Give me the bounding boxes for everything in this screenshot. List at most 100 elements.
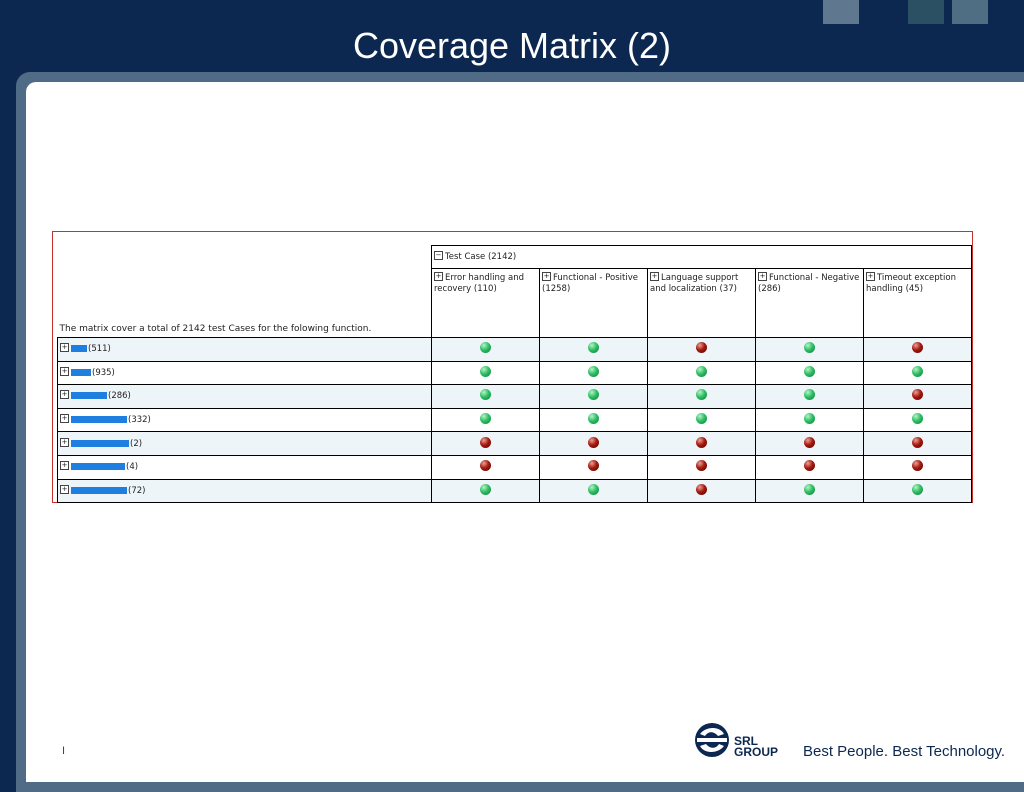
row-label-cell[interactable]: + (286) [57,384,432,409]
redacted-function-name [71,368,91,376]
expand-icon[interactable]: + [434,272,443,281]
status-red-icon [912,342,924,354]
status-cell[interactable] [862,478,973,504]
row-label-cell[interactable]: + (511) [57,337,432,362]
status-cell[interactable] [755,337,864,362]
collapse-icon[interactable]: − [434,251,443,260]
status-green-icon [480,342,491,354]
row-count: (332) [128,415,151,426]
status-cell[interactable] [431,337,540,362]
column-header[interactable]: + Functional - Negative (286) [755,268,864,338]
column-header[interactable]: + Error handling and recovery (110) [431,268,540,338]
status-cell[interactable] [862,407,973,433]
column-header-label: Language support and localization (37) [650,273,739,294]
status-cell[interactable] [539,360,648,386]
status-green-icon [912,483,924,495]
status-green-icon [696,389,707,401]
row-label-cell[interactable]: + (4) [57,454,432,480]
column-header-label: Functional - Positive (1258) [542,273,638,294]
expand-icon[interactable]: + [542,272,551,281]
table-row[interactable]: + (286) [57,384,973,409]
row-label-cell[interactable]: + (72) [57,478,432,504]
column-header[interactable]: + Timeout exception handling (45) [862,268,973,338]
status-cell[interactable] [539,407,648,433]
table-row[interactable]: + (2) [57,431,973,456]
status-green-icon [912,365,924,377]
status-cell[interactable] [431,360,540,386]
table-row[interactable]: + (72) [57,478,973,504]
status-cell[interactable] [755,407,864,433]
status-green-icon [804,389,815,401]
status-red-icon [804,460,815,472]
expand-icon[interactable]: + [60,390,69,400]
status-cell[interactable] [755,454,864,480]
column-header[interactable]: + Functional - Positive (1258) [539,268,648,338]
table-row[interactable]: + (332) [57,407,973,433]
header-decoration-block [952,0,988,24]
expand-icon[interactable]: + [60,366,69,376]
status-cell[interactable] [431,431,540,456]
status-cell[interactable] [647,337,756,362]
status-red-icon [588,436,599,448]
status-green-icon [804,483,815,495]
status-cell[interactable] [539,431,648,456]
row-count: (286) [108,391,131,402]
status-cell[interactable] [862,454,973,480]
status-cell[interactable] [755,384,864,409]
status-cell[interactable] [431,478,540,504]
status-cell[interactable] [539,454,648,480]
header-decoration-block [908,0,944,24]
group-header-label: Test Case (2142) [445,252,517,262]
row-count: (2) [130,438,143,449]
redacted-function-name [71,439,129,447]
expand-icon[interactable]: + [60,484,69,494]
status-cell[interactable] [647,384,756,409]
status-cell[interactable] [647,360,756,386]
status-cell[interactable] [539,478,648,504]
expand-icon[interactable]: + [60,414,69,424]
status-cell[interactable] [647,454,756,480]
status-red-icon [912,460,924,472]
table-row[interactable]: + (511) [57,337,973,362]
header-decoration-block [823,0,859,24]
status-green-icon [480,389,491,401]
expand-icon[interactable]: + [650,272,659,281]
status-green-icon [588,413,599,425]
status-cell[interactable] [755,431,864,456]
status-cell[interactable] [431,384,540,409]
row-label-cell[interactable]: + (332) [57,407,432,433]
expand-icon[interactable]: + [60,343,69,353]
status-cell[interactable] [431,407,540,433]
expand-icon[interactable]: + [60,437,69,447]
status-cell[interactable] [862,384,973,409]
status-cell[interactable] [862,360,973,386]
status-cell[interactable] [647,431,756,456]
table-row[interactable]: + (935) [57,360,973,386]
status-cell[interactable] [539,337,648,362]
expand-icon[interactable]: + [60,461,69,471]
status-red-icon [696,460,707,472]
status-green-icon [480,413,491,425]
table-row[interactable]: + (4) [57,454,973,480]
expand-icon[interactable]: + [758,272,767,281]
test-case-group-header[interactable]: − Test Case (2142) [430,245,973,269]
status-cell[interactable] [539,384,648,409]
column-header[interactable]: + Language support and localization (37) [647,268,756,338]
coverage-matrix-screenshot: The matrix cover a total of 2142 test Ca… [52,231,973,504]
status-green-icon [480,365,491,377]
status-cell[interactable] [862,337,973,362]
expand-icon[interactable]: + [866,272,875,281]
status-cell[interactable] [755,360,864,386]
status-cell[interactable] [431,454,540,480]
status-green-icon [804,365,815,377]
status-cell[interactable] [647,407,756,433]
row-count: (511) [88,344,111,355]
status-cell[interactable] [862,431,973,456]
status-green-icon [804,413,815,425]
status-green-icon [804,342,815,354]
slide-title: Coverage Matrix (2) [352,25,672,66]
row-label-cell[interactable]: + (2) [57,431,432,456]
row-label-cell[interactable]: + (935) [57,360,432,386]
status-cell[interactable] [755,478,864,504]
status-cell[interactable] [647,478,756,504]
